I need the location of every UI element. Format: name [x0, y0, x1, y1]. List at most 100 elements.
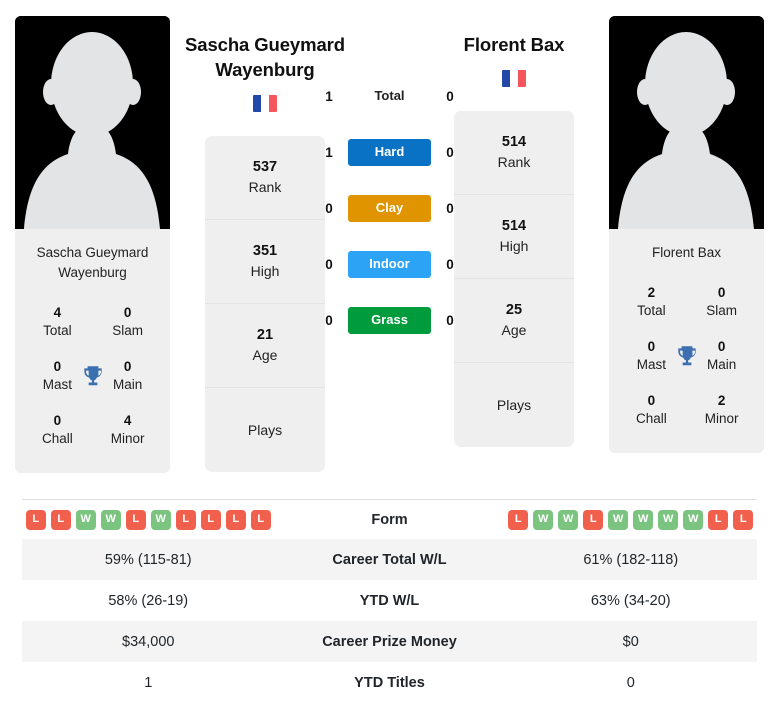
right-mast-label: Mast: [636, 357, 667, 372]
right-player-identity: Florent Bax 514 Rank 514 High 25 Age Pla…: [434, 10, 594, 447]
right-chall-value: 0: [647, 393, 656, 408]
left-titles-row-1: 4 Total 0 Slam: [21, 295, 164, 349]
right-slam-label: Slam: [706, 303, 737, 318]
left-main-titles: 0 Main: [95, 358, 160, 394]
left-chall-label: Chall: [42, 431, 73, 446]
right-age-cell: 25 Age: [454, 279, 574, 363]
form-badge-win: W: [633, 509, 654, 530]
form-badge-win: W: [150, 509, 171, 530]
table-row-form: LLWWLWLLLL Form LWWLWWWWLL: [22, 500, 757, 539]
right-player-card[interactable]: Florent Bax 2 Total 0 Slam 0 Mast 0 Main…: [609, 16, 764, 453]
left-age-label: Age: [252, 347, 278, 363]
ytd-wl-label: YTD W/L: [359, 592, 420, 609]
left-age-value: 21: [256, 327, 274, 343]
left-titles-row-2: 0 Mast 0 Main: [21, 349, 164, 403]
left-career-prize-money: $34,000: [122, 633, 175, 650]
left-high-cell: 351 High: [205, 220, 325, 304]
right-total-titles: 2 Total: [619, 284, 684, 320]
right-ytd-wl: 63% (34-20): [590, 592, 671, 609]
table-row-career-total-wl: 59% (115-81) Career Total W/L 61% (182-1…: [22, 539, 757, 580]
right-player-name: Florent Bax: [463, 34, 565, 55]
left-high-label: High: [250, 263, 280, 279]
left-chall-titles: 0 Chall: [25, 412, 90, 448]
right-high-label: High: [499, 238, 529, 254]
right-titles-row-3: 0 Chall 2 Minor: [615, 383, 758, 437]
player-comparison-page: Sascha Gueymard Wayenburg 4 Total 0 Slam…: [0, 0, 779, 719]
left-slam-value: 0: [123, 305, 132, 320]
form-badge-loss: L: [225, 509, 246, 530]
hard-left-score: 1: [325, 144, 333, 160]
table-row-ytd-wl: 58% (26-19) YTD W/L 63% (34-20): [22, 580, 757, 621]
right-player-flag-icon: [502, 70, 526, 87]
grass-label[interactable]: Grass: [348, 306, 431, 334]
right-high-value: 514: [501, 218, 527, 234]
hard-label[interactable]: Hard: [348, 138, 431, 166]
form-badge-loss: L: [508, 509, 529, 530]
form-badge-loss: L: [708, 509, 729, 530]
right-form-strip: LWWLWWWWLL: [505, 509, 758, 530]
right-player-photo: [609, 16, 764, 229]
left-minor-titles: 4 Minor: [95, 412, 160, 448]
comparison-table: LLWWLWLLLL Form LWWLWWWWLL 59% (115-81) …: [22, 499, 757, 703]
left-plays-cell: Plays: [205, 388, 325, 472]
right-mast-value: 0: [647, 339, 656, 354]
right-minor-value: 2: [717, 393, 726, 408]
left-minor-value: 4: [123, 413, 132, 428]
right-rank-value: 514: [501, 134, 527, 150]
left-player-photo: [15, 16, 170, 229]
left-player-flag-icon: [253, 95, 277, 112]
right-titles-row-1: 2 Total 0 Slam: [615, 275, 758, 329]
form-badge-win: W: [75, 509, 96, 530]
left-total-label: Total: [43, 323, 72, 338]
left-player-card[interactable]: Sascha Gueymard Wayenburg 4 Total 0 Slam…: [15, 16, 170, 473]
form-badge-loss: L: [25, 509, 46, 530]
right-slam-value: 0: [717, 285, 726, 300]
career-total-wl-label: Career Total W/L: [332, 551, 447, 568]
left-titles-breakdown: 4 Total 0 Slam 0 Mast 0 Main 0 Chall 4 M…: [15, 295, 170, 473]
right-career-total-wl: 61% (182-118): [583, 551, 679, 568]
table-row-ytd-titles: 1 YTD Titles 0: [22, 662, 757, 703]
right-total-value: 2: [647, 285, 656, 300]
right-minor-label: Minor: [704, 411, 739, 426]
right-career-prize-money: $0: [622, 633, 639, 650]
indoor-label[interactable]: Indoor: [348, 250, 431, 278]
form-badge-loss: L: [250, 509, 271, 530]
right-form-cell: LWWLWWWWLL: [505, 509, 758, 530]
right-rank-label: Rank: [497, 154, 531, 170]
left-player-card-name: Sascha Gueymard Wayenburg: [36, 245, 149, 280]
right-slam-titles: 0 Slam: [689, 284, 754, 320]
right-main-label: Main: [706, 357, 737, 372]
right-total-label: Total: [637, 303, 666, 318]
form-badge-loss: L: [200, 509, 221, 530]
left-mast-label: Mast: [42, 377, 73, 392]
right-main-value: 0: [717, 339, 726, 354]
form-badge-loss: L: [50, 509, 71, 530]
left-slam-label: Slam: [112, 323, 143, 338]
form-badge-loss: L: [125, 509, 146, 530]
right-plays-cell: Plays: [454, 363, 574, 447]
right-main-titles: 0 Main: [689, 338, 754, 374]
right-plays-label: Plays: [496, 396, 532, 413]
left-mast-value: 0: [53, 359, 62, 374]
left-high-value: 351: [252, 243, 278, 259]
right-player-info-card: 514 Rank 514 High 25 Age Plays: [454, 111, 574, 447]
left-age-cell: 21 Age: [205, 304, 325, 388]
left-rank-cell: 537 Rank: [205, 136, 325, 220]
total-label: Total: [374, 87, 405, 103]
left-rank-label: Rank: [248, 179, 282, 195]
left-career-total-wl: 59% (115-81): [104, 551, 192, 568]
left-titles-row-3: 0 Chall 4 Minor: [21, 403, 164, 457]
form-badge-win: W: [683, 509, 704, 530]
indoor-left-score: 0: [325, 256, 333, 272]
clay-label[interactable]: Clay: [348, 194, 431, 222]
left-total-titles: 4 Total: [25, 304, 90, 340]
left-minor-label: Minor: [110, 431, 145, 446]
right-chall-titles: 0 Chall: [619, 392, 684, 428]
left-rank-value: 537: [252, 159, 278, 175]
left-form-cell: LLWWLWLLLL: [22, 509, 275, 530]
form-badge-loss: L: [733, 509, 754, 530]
form-badge-win: W: [558, 509, 579, 530]
left-total-value: 4: [53, 305, 62, 320]
person-placeholder-icon: [15, 16, 170, 229]
right-rank-cell: 514 Rank: [454, 111, 574, 195]
